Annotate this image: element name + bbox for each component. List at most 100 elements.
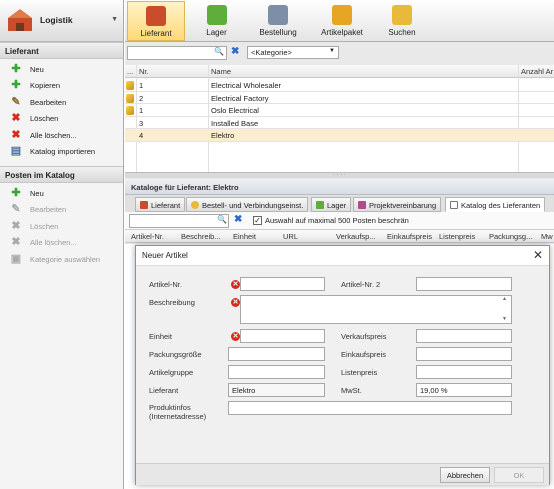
chevron-down-icon[interactable]: ▼ [111, 16, 118, 23]
scroll-down-icon[interactable]: ▼ [502, 316, 507, 322]
lieferant-alle-loeschen[interactable]: ✖ Alle löschen... [0, 127, 123, 144]
label-produktinfos: Produktinfos (Internetadresse) [149, 403, 207, 421]
table-row[interactable]: 3 Installed Base [125, 117, 554, 129]
posten-neu[interactable]: ✚ Neu [0, 185, 123, 202]
table-row[interactable]: 2 Electrical Factory [125, 92, 554, 104]
col-mwst[interactable]: Mw [541, 232, 553, 241]
delete-icon: ✖ [11, 219, 21, 232]
search-input[interactable] [127, 46, 227, 60]
clear-search-icon[interactable]: ✖ [231, 46, 239, 57]
mwst-field[interactable]: 19,00 % [416, 383, 512, 397]
ok-button[interactable]: OK [494, 467, 544, 483]
lieferant-loeschen[interactable]: ✖ Löschen [0, 111, 123, 128]
col-name[interactable]: Name [211, 67, 231, 76]
lieferant-field[interactable]: Elektro [228, 383, 325, 397]
kategorie-auswaehlen[interactable]: ▣ Kategorie auswählen [0, 251, 123, 268]
label: Kategorie auswählen [30, 254, 101, 264]
packungsgroesse-field[interactable] [228, 347, 325, 361]
col-packungsgroesse[interactable]: Packungsg... [489, 232, 532, 241]
posten-alle-loeschen[interactable]: ✖ Alle löschen... [0, 235, 123, 252]
splitter[interactable]: · · · · [125, 172, 554, 178]
col-nr[interactable]: Nr. [139, 67, 149, 76]
table-row[interactable]: 1 Oslo Electrical [125, 104, 554, 117]
artikel-nr2-field[interactable] [416, 277, 512, 291]
tab-katalog-lieferant[interactable]: Katalog des Lieferanten [445, 197, 546, 212]
max-500-checkbox[interactable]: ✓ [253, 216, 262, 225]
katalog-search-input[interactable] [129, 214, 229, 228]
einkaufspreis-field[interactable] [416, 347, 512, 361]
col-beschreibung[interactable]: Beschreib... [181, 232, 221, 241]
artikel-nr-field[interactable] [240, 277, 325, 291]
col-einkaufspreis[interactable]: Einkaufspreis [387, 232, 432, 241]
toolbar-lieferant[interactable]: Lieferant [127, 1, 185, 41]
search-icon[interactable]: 🔍 [214, 47, 224, 56]
edit-indicator-icon [126, 81, 134, 90]
label: Katalog importieren [30, 147, 96, 157]
search-icon[interactable]: 🔍 [217, 215, 227, 224]
col-artikel-nr[interactable]: Artikel-Nr. [131, 232, 164, 241]
abbrechen-button[interactable]: Abbrechen [440, 467, 490, 483]
table-row[interactable]: 1 Electrical Wholesaler [125, 79, 554, 92]
lieferant-kopieren[interactable]: ✚ Kopieren [0, 78, 123, 95]
tab-label: Lieferant [151, 201, 181, 210]
kategorie-value: <Kategorie> [251, 48, 292, 57]
cell-nr: 4 [139, 131, 144, 140]
col-verkaufspreis[interactable]: Verkaufsp... [336, 232, 376, 241]
edit-indicator-icon [126, 106, 134, 115]
toolbar-bestellung[interactable]: Bestellung [249, 1, 307, 41]
table-row-selected[interactable]: 4 Elektro [125, 129, 554, 142]
listenpreis-field[interactable] [416, 365, 512, 379]
col-url[interactable]: URL [283, 232, 298, 241]
document-icon [450, 201, 458, 209]
posten-loeschen[interactable]: ✖ Löschen [0, 218, 123, 235]
clear-search-icon[interactable]: ✖ [234, 214, 242, 225]
document-icon: ▤ [10, 145, 22, 158]
cell-name: Installed Base [211, 118, 259, 128]
tab-bestell-verbindung[interactable]: Bestell- und Verbindungseinst. [186, 197, 309, 212]
verkaufspreis-field[interactable] [416, 329, 512, 343]
tab-label: Projektvereinbarung [369, 201, 437, 210]
toolbar-lager[interactable]: Lager [189, 1, 244, 41]
label: Löschen [30, 114, 59, 124]
delete-all-icon: ✖ [11, 236, 21, 249]
lieferant-neu[interactable]: ✚ Neu [0, 61, 123, 78]
tab-projektvereinbarung[interactable]: Projektvereinbarung [353, 197, 442, 212]
col-anzahl[interactable]: Anzahl Ar [521, 67, 553, 76]
toolbar-suchen[interactable]: Suchen [377, 1, 427, 41]
col-listenpreis[interactable]: Listenpreis [439, 232, 475, 241]
label: Bearbeiten [30, 205, 67, 215]
kategorie-select[interactable]: <Kategorie> ▼ [247, 46, 339, 59]
label: Lager [206, 28, 227, 37]
label: Lieferant [140, 29, 172, 38]
posten-bearbeiten[interactable]: ✎ Bearbeiten [0, 202, 123, 219]
label-listenpreis: Listenpreis [341, 368, 378, 377]
lower-toolbar: 🔍 ✖ ✓ Auswahl auf maximal 500 Posten bes… [125, 212, 554, 230]
close-icon[interactable]: ✕ [533, 248, 543, 262]
section-posten: Posten im Katalog [0, 166, 123, 183]
error-icon: ✕ [231, 332, 240, 341]
beschreibung-field[interactable] [240, 295, 512, 324]
col-einheit[interactable]: Einheit [233, 232, 256, 241]
lieferant-bearbeiten[interactable]: ✎ Bearbeiten [0, 94, 123, 111]
tab-bar: Lieferant Bestell- und Verbindungseinst.… [125, 195, 554, 212]
label: Bestellung [259, 28, 297, 37]
label-packungsgroesse: Packungsgröße [149, 350, 202, 359]
module-header[interactable]: Logistik ▼ [0, 0, 123, 42]
lightbulb-icon [191, 201, 199, 209]
section-lieferant: Lieferant [0, 42, 123, 59]
cell-nr: 3 [139, 118, 144, 128]
artikelgruppe-field[interactable] [228, 365, 325, 379]
katalog-importieren[interactable]: ▤ Katalog importieren [0, 144, 123, 161]
lieferant-grid: ... Nr. Name Anzahl Ar 1 Electrical Whole… [125, 65, 554, 172]
tab-lieferant[interactable]: Lieferant [135, 197, 186, 212]
factory-icon [140, 201, 148, 209]
edit-icon: ✎ [11, 203, 21, 216]
tab-lager[interactable]: Lager [311, 197, 352, 212]
toolbar-artikelpaket[interactable]: Artikelpaket [311, 1, 373, 41]
row-indicator-header: ... [127, 67, 134, 76]
cell-nr: 2 [139, 93, 144, 103]
einheit-field[interactable] [240, 329, 325, 343]
scroll-up-icon[interactable]: ▲ [502, 296, 507, 302]
dialog-titlebar: Neuer Artikel ✕ [136, 246, 549, 266]
produktinfos-field[interactable] [228, 401, 512, 415]
